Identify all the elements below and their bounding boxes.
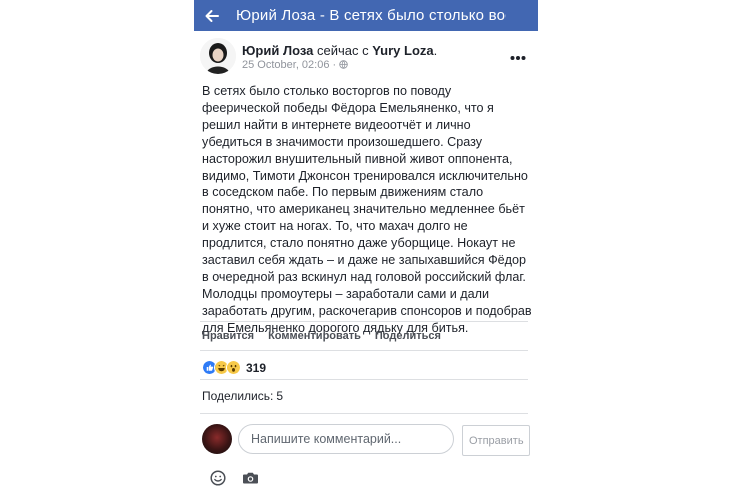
post-body-text: В сетях было столько восторгов по поводу… [202,84,532,335]
reactions-count: 319 [246,360,267,375]
comment-composer: Отправить [200,423,534,457]
divider [200,379,528,380]
shares-label: Поделились: [202,389,274,403]
comment-tools [210,470,259,486]
shares-summary[interactable]: Поделились: 5 [202,389,283,403]
phone-view: Юрий Лоза - В сетях было столько вост...… [194,0,538,487]
send-comment-button[interactable]: Отправить [462,425,530,456]
reactions-summary[interactable]: 319 [202,360,266,375]
share-button[interactable]: Поделиться [375,330,441,342]
back-arrow-icon[interactable] [194,0,230,31]
author-name[interactable]: Юрий Лоза [242,43,313,58]
top-nav-bar: Юрий Лоза - В сетях было столько вост... [194,0,538,31]
post-meta: 25 October, 02:06 · [242,59,348,71]
divider [200,413,528,414]
with-page-name[interactable]: Yury Loza [372,43,433,58]
shares-count: 5 [276,389,283,403]
wow-reaction-icon [226,360,241,375]
divider [200,321,528,322]
divider [200,350,528,351]
globe-icon [339,60,348,69]
emoji-icon[interactable] [210,470,226,486]
author-avatar[interactable] [200,38,236,74]
comment-button[interactable]: Комментировать [268,330,361,342]
period-text: . [433,43,438,58]
via-text: сейчас с [316,43,369,58]
author-line: Юрий Лоза сейчас с Yury Loza. [242,43,437,58]
post-header: Юрий Лоза сейчас с Yury Loza. 25 October… [194,38,538,76]
more-options-icon[interactable] [510,48,526,66]
nav-title: Юрий Лоза - В сетях было столько вост... [236,7,506,24]
post-timestamp[interactable]: 25 October, 02:06 · [242,59,336,71]
comment-input[interactable] [238,424,454,454]
camera-icon[interactable] [242,470,259,486]
post-actions-bar: Нравится Комментировать Поделиться [202,330,441,342]
current-user-avatar [202,424,232,454]
like-button[interactable]: Нравится [202,330,254,342]
